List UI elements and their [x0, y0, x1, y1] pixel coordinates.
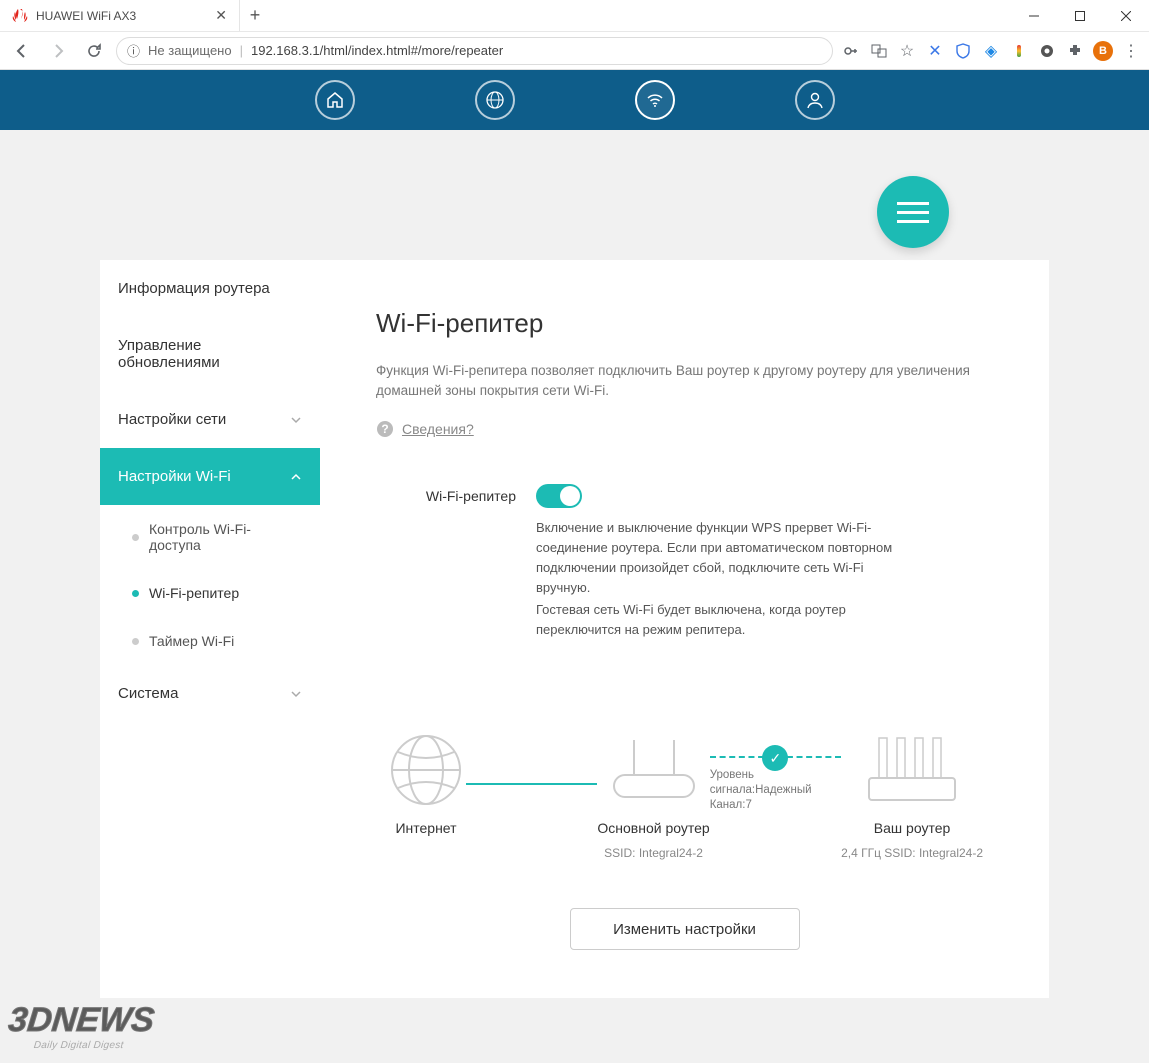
nav-home-icon[interactable] — [315, 80, 355, 120]
huawei-favicon — [12, 8, 28, 24]
reload-button[interactable] — [80, 37, 108, 65]
nav-wifi-icon[interactable] — [635, 80, 675, 120]
browser-tab[interactable]: HUAWEI WiFi AX3 ✕ — [0, 0, 240, 31]
new-tab-button[interactable]: + — [240, 0, 270, 31]
repeater-note-2: Гостевая сеть Wi-Fi будет выключена, ког… — [536, 600, 916, 640]
app-header — [0, 70, 1149, 130]
sidebar-sub-access-control[interactable]: Контроль Wi-Fi-доступа — [100, 505, 320, 569]
extension2-icon[interactable]: ◈ — [981, 41, 1001, 61]
shield-icon[interactable] — [953, 41, 973, 61]
svg-text:?: ? — [381, 422, 388, 436]
connection-solid — [466, 783, 597, 785]
window-minimize-button[interactable] — [1011, 0, 1057, 31]
watermark: 3DNEWS Daily Digital Digest — [5, 1001, 156, 1051]
sidebar-item-router-info[interactable]: Информация роутера — [100, 260, 320, 317]
more-menu-button[interactable] — [877, 176, 949, 248]
forward-button[interactable] — [44, 37, 72, 65]
globe-icon — [386, 730, 466, 810]
star-icon[interactable]: ☆ — [897, 41, 917, 61]
sidebar-item-wifi-label: Настройки Wi-Fi — [118, 468, 231, 485]
sidebar-sub-repeater[interactable]: Wi-Fi-репитер — [100, 569, 320, 617]
chevron-up-icon — [290, 471, 302, 483]
sidebar-item-network-label: Настройки сети — [118, 411, 226, 428]
page-title: Wi-Fi-репитер — [376, 308, 993, 339]
tab-title: HUAWEI WiFi AX3 — [36, 9, 207, 23]
window-close-button[interactable] — [1103, 0, 1149, 31]
node-internet: Интернет — [386, 730, 466, 836]
question-icon: ? — [376, 420, 394, 438]
adblock-icon[interactable] — [1037, 41, 1057, 61]
node-main-router: Основной роутер SSID: Integral24-2 — [597, 730, 709, 860]
signal-info: Уровень сигнала:Надежный Канал:7 — [710, 768, 841, 813]
key-icon[interactable] — [841, 41, 861, 61]
window-titlebar: HUAWEI WiFi AX3 ✕ + — [0, 0, 1149, 32]
chevron-down-icon — [290, 414, 302, 426]
page-description: Функция Wi-Fi-репитера позволяет подключ… — [376, 361, 993, 402]
sidebar-item-system-label: Система — [118, 685, 178, 702]
node-your-router: Ваш роутер 2,4 ГГц SSID: Integral24-2 — [841, 730, 983, 860]
your-router-icon — [857, 730, 967, 810]
window-maximize-button[interactable] — [1057, 0, 1103, 31]
sidebar-sub-timer[interactable]: Таймер Wi-Fi — [100, 617, 320, 665]
chevron-down-icon — [290, 688, 302, 700]
nav-user-icon[interactable] — [795, 80, 835, 120]
insecure-label: Не защищено — [148, 43, 232, 58]
topology-diagram: Интернет Основной роутер SSID: Integral2… — [376, 730, 993, 860]
save-button[interactable]: Изменить настройки — [570, 908, 800, 950]
url-text: 192.168.3.1/html/index.html#/more/repeat… — [251, 43, 503, 58]
extension1-icon[interactable]: ✕ — [925, 41, 945, 61]
address-bar[interactable]: ⓘ Не защищено | 192.168.3.1/html/index.h… — [116, 37, 833, 65]
main-panel: Wi-Fi-репитер Функция Wi-Fi-репитера поз… — [320, 260, 1049, 998]
translate-icon[interactable] — [869, 41, 889, 61]
extensions-icon[interactable] — [1065, 41, 1085, 61]
sidebar-item-updates[interactable]: Управление обновлениями — [100, 317, 320, 391]
sidebar: Информация роутера Управление обновления… — [100, 260, 320, 998]
menu-icon[interactable]: ⋮ — [1121, 41, 1141, 61]
info-icon: ⓘ — [127, 41, 140, 60]
repeater-note-1: Включение и выключение функции WPS прерв… — [536, 518, 916, 599]
extension3-icon[interactable] — [1009, 41, 1029, 61]
profile-avatar[interactable]: В — [1093, 41, 1113, 61]
sidebar-item-wifi[interactable]: Настройки Wi-Fi — [100, 448, 320, 505]
sidebar-item-network[interactable]: Настройки сети — [100, 391, 320, 448]
router-icon — [604, 730, 704, 810]
browser-toolbar: ⓘ Не защищено | 192.168.3.1/html/index.h… — [0, 32, 1149, 70]
tab-close-icon[interactable]: ✕ — [215, 7, 227, 24]
repeater-toggle[interactable] — [536, 484, 582, 508]
nav-internet-icon[interactable] — [475, 80, 515, 120]
back-button[interactable] — [8, 37, 36, 65]
page-body: Информация роутера Управление обновления… — [0, 70, 1149, 1063]
sidebar-item-system[interactable]: Система — [100, 665, 320, 722]
repeater-toggle-label: Wi-Fi-репитер — [376, 484, 516, 641]
details-link[interactable]: ? Сведения? — [376, 420, 993, 438]
